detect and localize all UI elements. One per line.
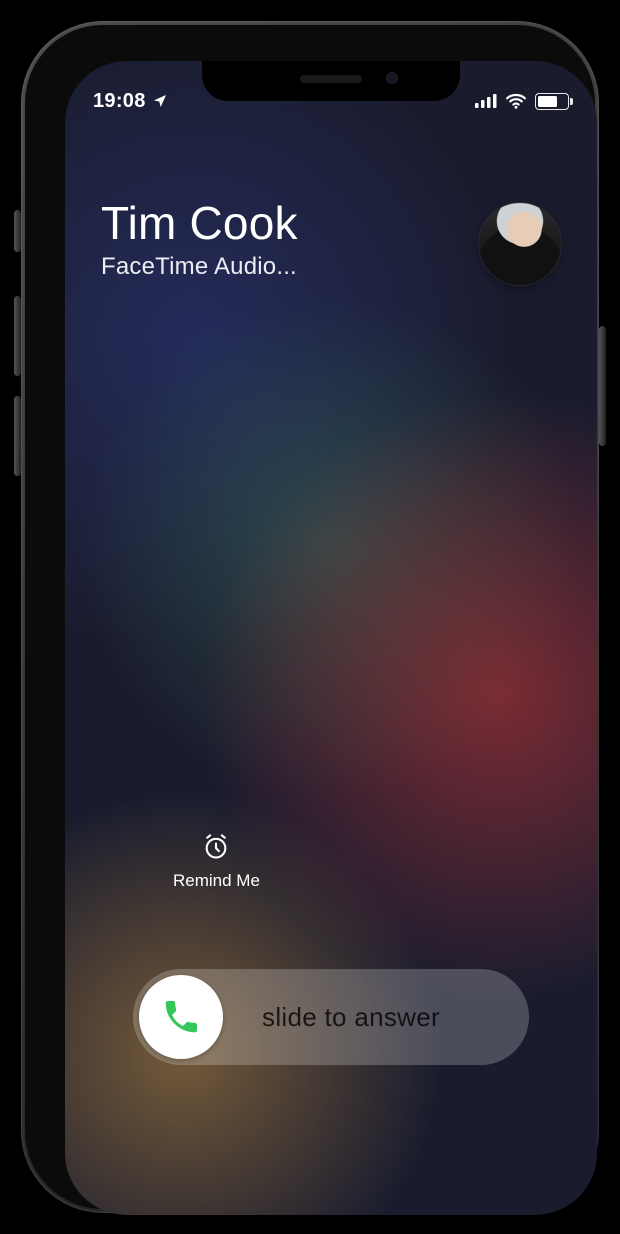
volume-up-button[interactable] [14, 296, 21, 376]
answer-slider-knob[interactable] [139, 975, 223, 1059]
battery-icon [535, 93, 569, 110]
cellular-signal-icon [475, 94, 497, 108]
answer-slider[interactable]: slide to answer [133, 969, 529, 1065]
volume-down-button[interactable] [14, 396, 21, 476]
phone-icon [161, 997, 201, 1037]
remind-me-button[interactable]: Remind Me [173, 833, 260, 891]
wifi-icon [505, 93, 527, 109]
caller-name: Tim Cook [101, 199, 463, 247]
alarm-clock-icon [202, 833, 230, 861]
answer-slider-track[interactable]: slide to answer [133, 969, 529, 1065]
remind-me-label: Remind Me [173, 871, 260, 891]
caller-header: Tim Cook FaceTime Audio... [101, 199, 561, 285]
notch [202, 61, 460, 101]
home-indicator [246, 1195, 416, 1201]
location-arrow-icon [152, 93, 168, 109]
status-time: 19:08 [93, 90, 146, 113]
screen: 19:08 [65, 61, 597, 1215]
caller-avatar [479, 203, 561, 285]
silence-switch[interactable] [14, 210, 21, 252]
device-frame: 19:08 [21, 21, 599, 1213]
caller-subtitle: FaceTime Audio... [101, 253, 463, 281]
power-button[interactable] [599, 326, 606, 446]
